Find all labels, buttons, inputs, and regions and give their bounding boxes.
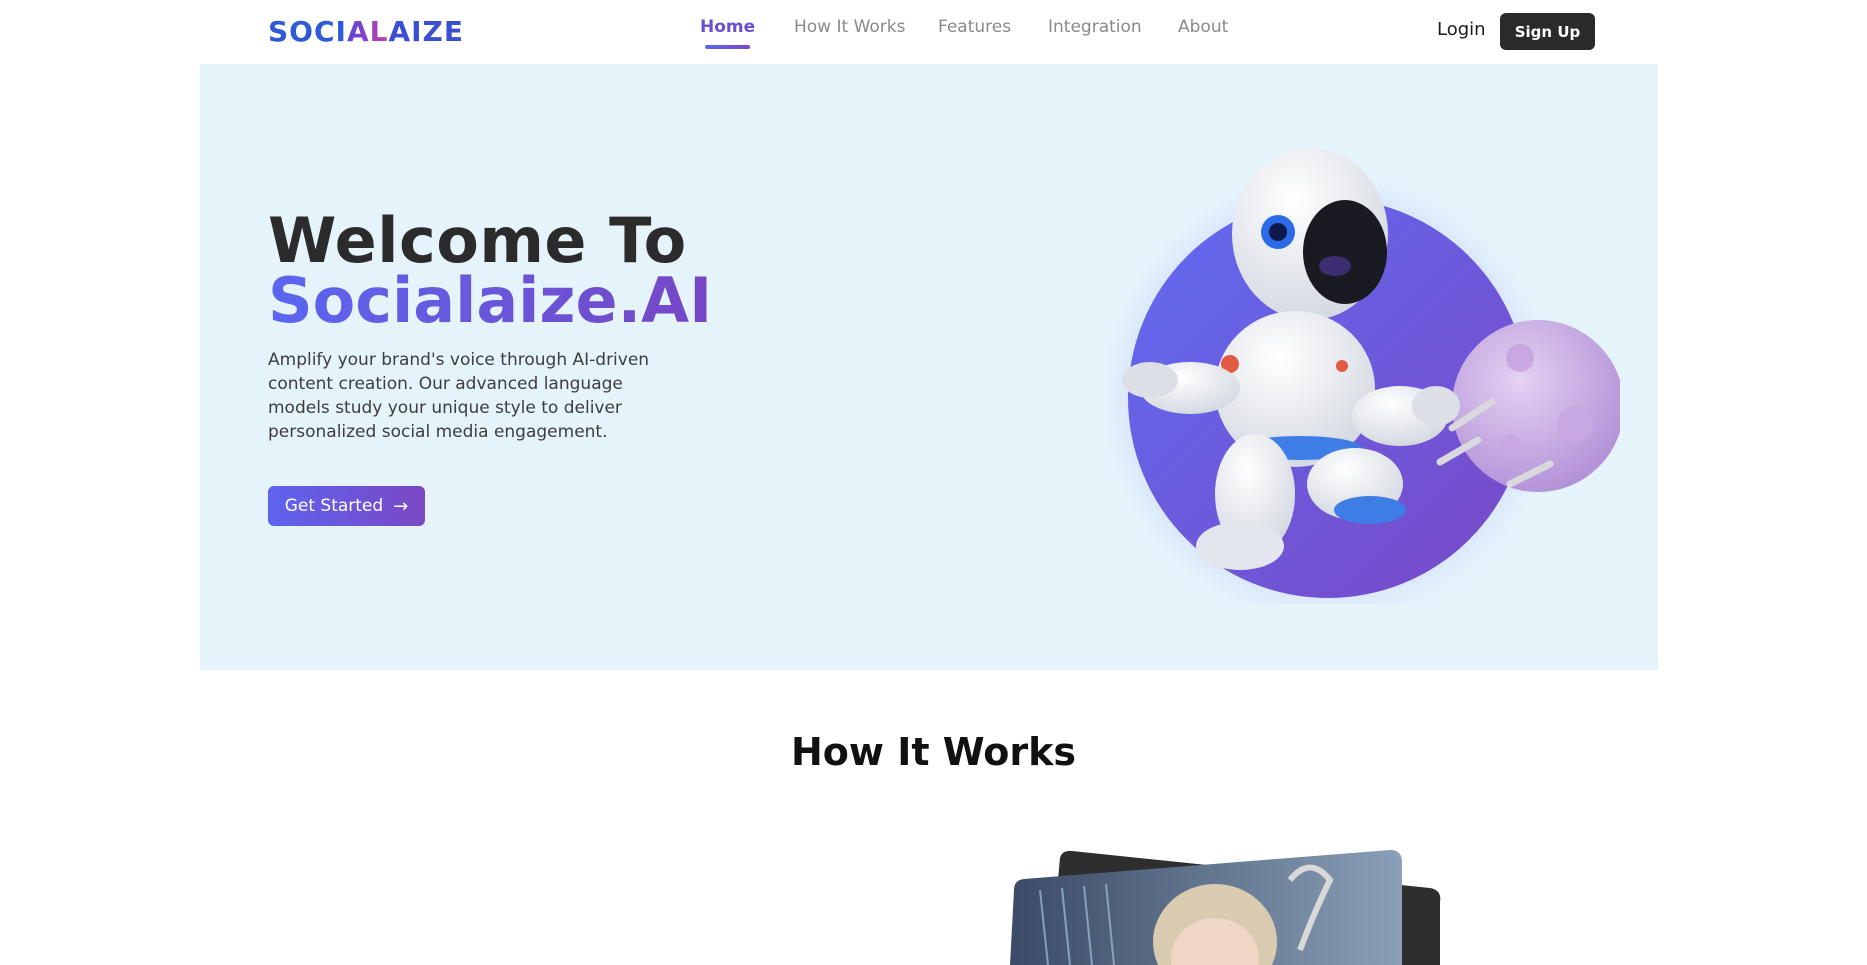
nav-item-features-label: Features — [938, 17, 1012, 37]
nav-item-about[interactable]: About — [1178, 17, 1228, 37]
hero-section: Welcome To Socialaize.AI Amplify your br… — [200, 64, 1658, 670]
nav-item-how-it-works-label: How It Works — [794, 17, 906, 37]
signup-button[interactable]: Sign Up — [1500, 13, 1595, 50]
arrow-right-icon: → — [393, 495, 409, 517]
get-started-button[interactable]: Get Started → — [268, 486, 425, 526]
how-it-works-title: How It Works — [790, 730, 1077, 774]
hero-title-line2: Socialaize.AI — [268, 264, 713, 337]
nav-item-home-label: Home — [700, 17, 756, 37]
get-started-label: Get Started — [284, 496, 384, 516]
brand-logo[interactable]: SOCI AL AIZE — [268, 14, 464, 48]
nav-item-about-label: About — [1178, 17, 1229, 37]
nav-item-features[interactable]: Features — [938, 17, 1011, 37]
logo-text-part1: SOCI — [268, 14, 347, 48]
logo-text-part2: AL — [346, 14, 389, 48]
how-it-works-image — [1010, 850, 1441, 965]
nav-item-how-it-works[interactable]: How It Works — [794, 17, 905, 37]
login-link[interactable]: Login — [1437, 19, 1486, 40]
nav-item-integration-label: Integration — [1048, 17, 1142, 37]
logo-text-part3: AIZE — [388, 14, 464, 48]
hero-description: Amplify your brand's voice through AI-dr… — [268, 350, 650, 442]
nav-item-integration[interactable]: Integration — [1048, 17, 1142, 37]
active-nav-indicator — [705, 45, 751, 49]
top-navbar: SOCI AL AIZE Home How It Works Features In… — [0, 0, 1867, 64]
astronaut-illustration — [1103, 148, 1620, 604]
nav-item-home[interactable]: Home — [700, 17, 756, 49]
